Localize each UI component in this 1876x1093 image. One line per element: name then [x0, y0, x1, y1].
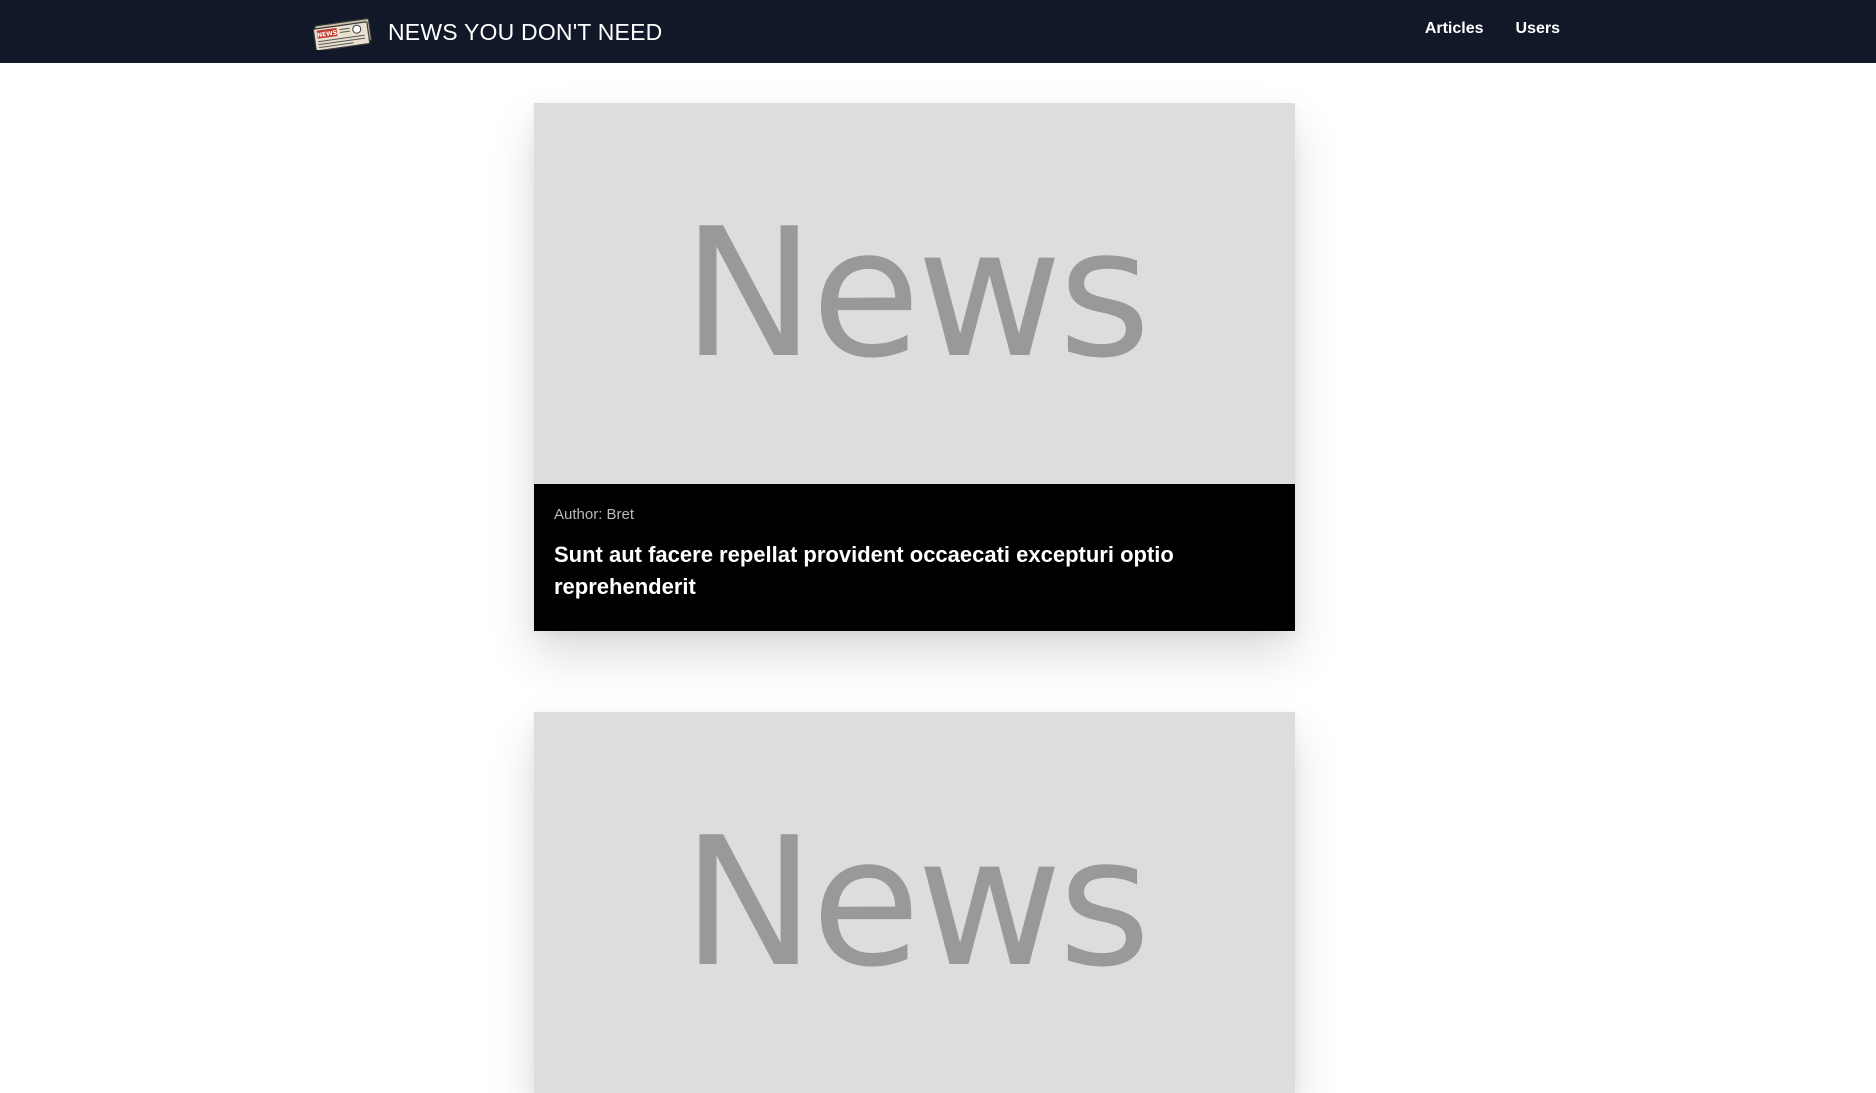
- article-image-text: News: [682, 189, 1151, 397]
- site-title: NEWS YOU DON'T NEED: [388, 18, 663, 45]
- article-image-placeholder: News: [534, 712, 1295, 1093]
- article-card-body: Author: Bret Sunt aut facere repellat pr…: [534, 484, 1295, 631]
- top-navbar: NEWS NEWS YOU DON'T NEED Articles Users: [0, 0, 1876, 63]
- nav-link-users[interactable]: Users: [1516, 20, 1560, 38]
- main-nav: Articles Users: [1425, 20, 1560, 38]
- article-card[interactable]: News Author: Bret Sunt aut facere repell…: [534, 103, 1295, 631]
- article-author: Author: Bret: [554, 506, 635, 523]
- article-title[interactable]: Sunt aut facere repellat provident occae…: [554, 539, 1275, 603]
- article-image-text: News: [682, 798, 1151, 1006]
- brand-home-link[interactable]: NEWS NEWS YOU DON'T NEED: [312, 12, 662, 52]
- article-image-placeholder: News: [534, 103, 1295, 484]
- newspaper-icon: NEWS: [312, 18, 372, 50]
- nav-link-articles[interactable]: Articles: [1425, 20, 1484, 38]
- article-card[interactable]: News: [534, 712, 1295, 1093]
